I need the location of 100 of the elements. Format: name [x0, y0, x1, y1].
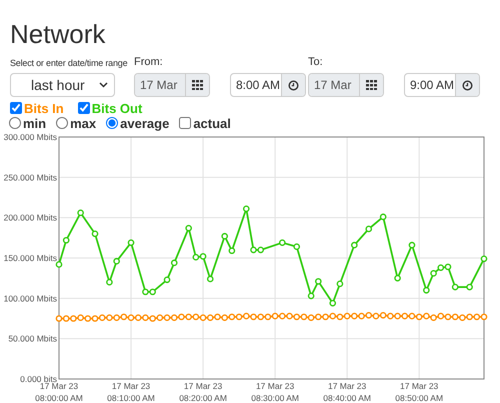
- point: [236, 314, 242, 320]
- checkbox[interactable]: [78, 102, 90, 114]
- point: [264, 314, 272, 320]
- point: [315, 314, 322, 320]
- point: [200, 253, 206, 260]
- point: [408, 312, 416, 320]
- point: [452, 314, 458, 320]
- y-axis-label: 100.000 Mbits: [4, 293, 57, 304]
- point: [214, 314, 221, 320]
- point: [113, 258, 120, 265]
- point: [380, 214, 386, 220]
- x-axis-label: 17 Mar 23: [40, 381, 78, 391]
- point: [444, 314, 452, 320]
- point: [250, 314, 257, 320]
- point: [466, 284, 473, 290]
- point: [358, 312, 365, 320]
- radio-button[interactable]: [9, 117, 21, 129]
- point: [200, 314, 206, 321]
- point: [134, 314, 142, 321]
- point: [351, 312, 358, 320]
- point: [300, 314, 308, 320]
- point: [221, 232, 228, 240]
- point: [106, 278, 113, 286]
- point: [272, 312, 278, 320]
- point: [437, 312, 444, 320]
- point: [308, 314, 314, 321]
- x-axis-label: 08:20:00 AM: [179, 393, 227, 403]
- point: [228, 314, 236, 320]
- point: [430, 270, 437, 277]
- point: [444, 264, 452, 270]
- point: [142, 314, 149, 321]
- point: [56, 261, 62, 268]
- point: [192, 314, 200, 320]
- point: [92, 315, 98, 322]
- point: [480, 314, 488, 320]
- point: [293, 314, 300, 320]
- chevron-down-icon: [99, 82, 108, 88]
- point: [423, 286, 430, 294]
- x-axis-label: 08:00:00 AM: [35, 393, 83, 403]
- checkbox[interactable]: [10, 102, 22, 114]
- point: [170, 260, 178, 266]
- point: [142, 288, 149, 296]
- point: [423, 312, 430, 320]
- point: [452, 284, 458, 290]
- point: [286, 312, 293, 320]
- x-axis-label: 17 Mar 23: [328, 381, 366, 391]
- point: [206, 314, 214, 321]
- x-axis-label: 08:50:00 AM: [395, 393, 444, 403]
- point: [322, 314, 329, 320]
- point: [62, 315, 70, 322]
- point: [466, 314, 473, 320]
- point: [279, 312, 286, 320]
- y-axis-label: 200.000 Mbits: [4, 212, 57, 223]
- point: [257, 246, 264, 254]
- series-label: Bits In: [24, 100, 64, 116]
- y-axis-label: 300.000 Mbits: [4, 132, 57, 142]
- point: [387, 312, 394, 320]
- point: [242, 205, 250, 212]
- x-axis-label: 08:10:00 AM: [107, 393, 155, 403]
- point: [149, 315, 156, 322]
- point: [128, 314, 134, 321]
- y-axis-label: 150.000 Mbits: [4, 253, 57, 263]
- x-axis-label: 17 Mar 23: [256, 381, 294, 391]
- field-label: To:: [308, 56, 324, 70]
- field-label: From:: [134, 56, 164, 70]
- radio-button[interactable]: [56, 117, 68, 129]
- point: [128, 239, 134, 246]
- point: [480, 256, 488, 262]
- option-label: actual: [193, 116, 231, 130]
- point: [336, 314, 344, 320]
- range-dropdown[interactable]: last hour: [10, 73, 115, 97]
- option-label: min: [23, 116, 46, 130]
- point: [70, 315, 77, 322]
- point: [329, 312, 336, 320]
- point: [430, 314, 437, 321]
- point: [279, 239, 286, 246]
- point: [156, 314, 164, 321]
- point: [106, 314, 113, 321]
- checkbox[interactable]: [179, 117, 192, 129]
- point: [336, 280, 344, 288]
- point: [257, 314, 264, 320]
- x-axis-label: 08:30:00 AM: [251, 393, 299, 403]
- point: [206, 276, 214, 282]
- point: [394, 274, 401, 282]
- point: [178, 314, 185, 320]
- point: [308, 292, 314, 300]
- point: [113, 314, 120, 321]
- radio-button[interactable]: [106, 117, 118, 129]
- point: [149, 288, 156, 296]
- option-label: max: [70, 116, 96, 130]
- point: [98, 314, 106, 321]
- point: [84, 315, 92, 322]
- point: [329, 300, 336, 306]
- x-axis-label: 08:40:00 AM: [323, 393, 371, 403]
- point: [365, 226, 372, 232]
- point: [92, 230, 98, 238]
- point: [77, 314, 84, 321]
- x-axis-label: 17 Mar 23: [400, 381, 438, 391]
- x-axis-label: 17 Mar 23: [184, 381, 222, 391]
- point: [242, 312, 250, 320]
